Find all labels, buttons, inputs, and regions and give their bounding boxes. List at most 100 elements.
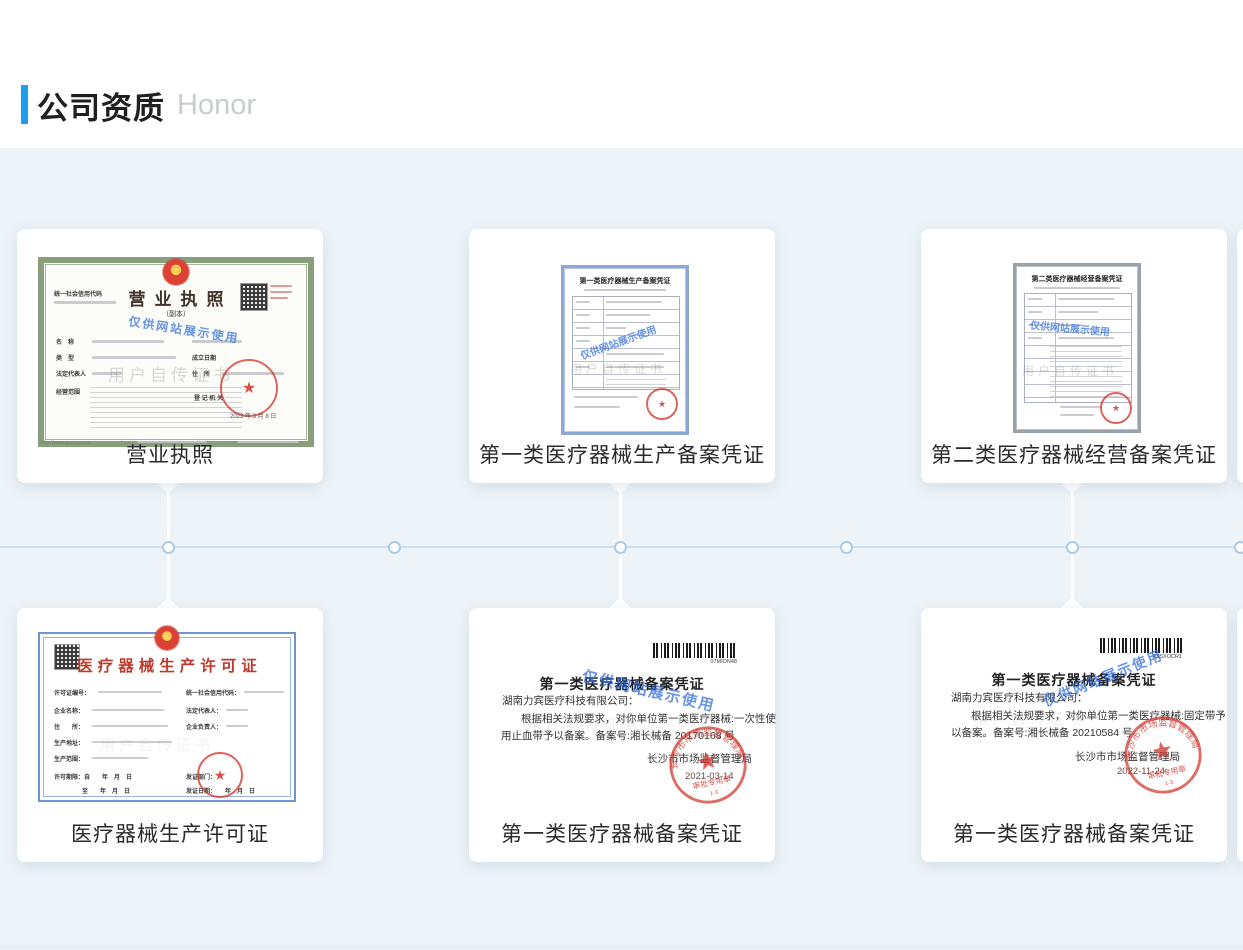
- scope-text-redacted: [1050, 346, 1122, 398]
- registrar-label: 登 记 机 关: [194, 393, 223, 402]
- row-label-redacted-5: [576, 366, 590, 368]
- card-caption: 医疗器械生产许可证: [17, 818, 323, 848]
- row-value-redacted-3: [1058, 324, 1082, 326]
- card2-tail: [609, 483, 631, 494]
- card-device-filing-1[interactable]: 07MION48 第一类医疗器械备案凭证 湖南力宾医疗科技有限公司： 根据相关法…: [469, 608, 775, 862]
- field-name-label: 名 称: [56, 337, 74, 346]
- field-scope-label: 经营范围: [56, 387, 80, 396]
- qr-code: [240, 283, 268, 311]
- card-class2-business-filing[interactable]: 第二类医疗器械经营备案凭证 仅供网站展示使用 用户自传证书 ★ 第二类医疗器械经…: [921, 229, 1227, 483]
- row-value-redacted-1: [1058, 298, 1114, 300]
- production-filing-certificate: 第一类医疗器械生产备案凭证 仅供网站展示使用 用户自传证书 ★: [561, 265, 689, 435]
- license-no-label: 许可证编号：: [54, 688, 90, 697]
- stamp-star-icon: [696, 750, 718, 771]
- issue-date: 2023 年 3 月 8 日: [230, 411, 276, 420]
- field-legal-label: 法定代表人: [56, 369, 86, 378]
- row-value-redacted-4: [606, 353, 664, 355]
- business-license-title: 营业执照: [44, 285, 308, 310]
- section-title: 公司资质 Honor: [37, 84, 256, 126]
- barcode: [653, 643, 737, 658]
- address-redacted: [92, 725, 168, 727]
- card4-tail: [157, 597, 179, 608]
- row-label-redacted-1: [576, 301, 590, 303]
- timeline-node-3: [614, 541, 627, 554]
- red-seal-stamp: 长沙市市场监督管理局 审批专用章 1-3: [659, 716, 756, 813]
- row-label-redacted-4: [576, 340, 590, 342]
- production-address-redacted: [92, 741, 172, 743]
- company-head-redacted: [226, 725, 248, 727]
- card-production-license[interactable]: ★ 医疗器械生产许可证 许可证编号： 企业名称： 住 所： 生产地址： 生产范围…: [17, 608, 323, 862]
- row-value-redacted-1: [606, 301, 662, 303]
- row-label-redacted-2: [1028, 311, 1042, 313]
- next-card-sliver-top[interactable]: [1237, 229, 1243, 483]
- watermark-user-upload: 用户自传证书: [100, 734, 214, 755]
- certificate-title: 第一类医疗器械生产备案凭证: [564, 276, 686, 286]
- legal-rep-label: 法定代表人：: [186, 706, 222, 715]
- filing-no-redacted: [584, 289, 666, 291]
- filing-company-line: 湖南力宾医疗科技有限公司：: [502, 693, 639, 708]
- card-class1-production-filing[interactable]: 第一类医疗器械生产备案凭证 仅供网站展示使用 用户自传证书 ★ 第一类医疗器械生…: [469, 229, 775, 483]
- row-value-redacted-2: [1058, 311, 1098, 313]
- red-seal-stamp: 长沙市市场监督管理局 审批专用章 1-3: [1114, 706, 1211, 803]
- barcode-label: RB5XOCR1: [1100, 654, 1182, 660]
- timeline-node-6: [1234, 541, 1243, 554]
- barcode-label: 07MION48: [653, 659, 737, 665]
- validity-from-label: 许可期限：自 年 月 日: [54, 772, 132, 781]
- field-legal-value-redacted: [92, 372, 122, 375]
- company-name-redacted: [92, 709, 164, 711]
- timeline-node-5: [1066, 541, 1079, 554]
- notice-redacted-2: [270, 291, 292, 293]
- legal-rep-redacted: [226, 709, 248, 711]
- timeline-node-4: [840, 541, 853, 554]
- card6-tail: [1061, 597, 1083, 608]
- filing-title: 第一类医疗器械备案凭证: [469, 674, 775, 694]
- row-label-redacted-1: [1028, 298, 1042, 300]
- production-scope-redacted: [92, 757, 148, 759]
- field-address-label: 住 所: [192, 369, 210, 378]
- row-label-redacted-3: [1028, 324, 1042, 326]
- card-business-license[interactable]: ★ 统一社会信用代码 营业执照 （副本） 名 称 类 型 法定代表人 经营范围 …: [17, 229, 323, 483]
- row-value-redacted-3: [606, 327, 626, 329]
- card-caption: 第一类医疗器械备案凭证: [469, 818, 775, 848]
- red-seal-stamp: ★: [197, 752, 243, 798]
- next-card-sliver-bottom[interactable]: [1237, 608, 1243, 862]
- certificate-title: 第二类医疗器械经营备案凭证: [1016, 274, 1138, 284]
- table-divider: [603, 297, 604, 389]
- filing-no-redacted: [1034, 287, 1120, 289]
- row-value-redacted-4: [1058, 337, 1114, 339]
- next-section-edge: [0, 945, 1243, 950]
- red-seal-stamp: ★: [220, 359, 278, 417]
- filing-title: 第一类医疗器械备案凭证: [921, 670, 1227, 690]
- qualifications-page: { "header": { "title_cn": "公司资质", "title…: [0, 0, 1243, 950]
- notice-redacted-1: [270, 285, 292, 287]
- row-value-redacted-2: [606, 314, 650, 316]
- svg-text:1-3: 1-3: [1164, 780, 1174, 788]
- timeline-node-1: [162, 541, 175, 554]
- field-type-label: 类 型: [56, 353, 74, 362]
- red-seal-stamp: ★: [1100, 392, 1132, 424]
- business-license-certificate: ★ 统一社会信用代码 营业执照 （副本） 名 称 类 型 法定代表人 经营范围 …: [38, 257, 314, 447]
- section-title-cn: 公司资质: [37, 83, 165, 128]
- card-device-filing-2[interactable]: RB5XOCR1 第一类医疗器械备案凭证 湖南力宾医疗科技有限公司： 根据相关法…: [921, 608, 1227, 862]
- filing-dept-redacted: [1060, 406, 1102, 408]
- credit-code-label: 统一社会信用代码：: [186, 688, 240, 697]
- license-no-redacted: [98, 691, 162, 693]
- business-filing-certificate: 第二类医疗器械经营备案凭证 仅供网站展示使用 用户自传证书 ★: [1013, 263, 1141, 433]
- national-emblem-icon: ★: [155, 626, 179, 650]
- barcode: [1100, 638, 1182, 653]
- card-caption: 第二类医疗器械经营备案凭证: [921, 439, 1227, 469]
- card-caption: 第一类医疗器械备案凭证: [921, 818, 1227, 848]
- address-label: 住 所：: [54, 722, 84, 731]
- company-head-label: 企业负责人：: [186, 722, 222, 731]
- production-license-certificate: ★ 医疗器械生产许可证 许可证编号： 企业名称： 住 所： 生产地址： 生产范围…: [38, 632, 296, 802]
- card-caption: 营业执照: [17, 439, 323, 469]
- row-value-redacted-5: [606, 366, 664, 368]
- validity-to-label: 至 年 月 日: [82, 786, 130, 795]
- field-name-value-redacted: [92, 340, 164, 343]
- row-label-redacted-2: [576, 314, 590, 316]
- credit-code-redacted: [244, 691, 284, 693]
- production-address-label: 生产地址：: [54, 738, 84, 747]
- filing-company-line: 湖南力宾医疗科技有限公司：: [951, 690, 1088, 705]
- filing-date-redacted: [574, 406, 620, 408]
- notice-redacted-3: [270, 297, 288, 299]
